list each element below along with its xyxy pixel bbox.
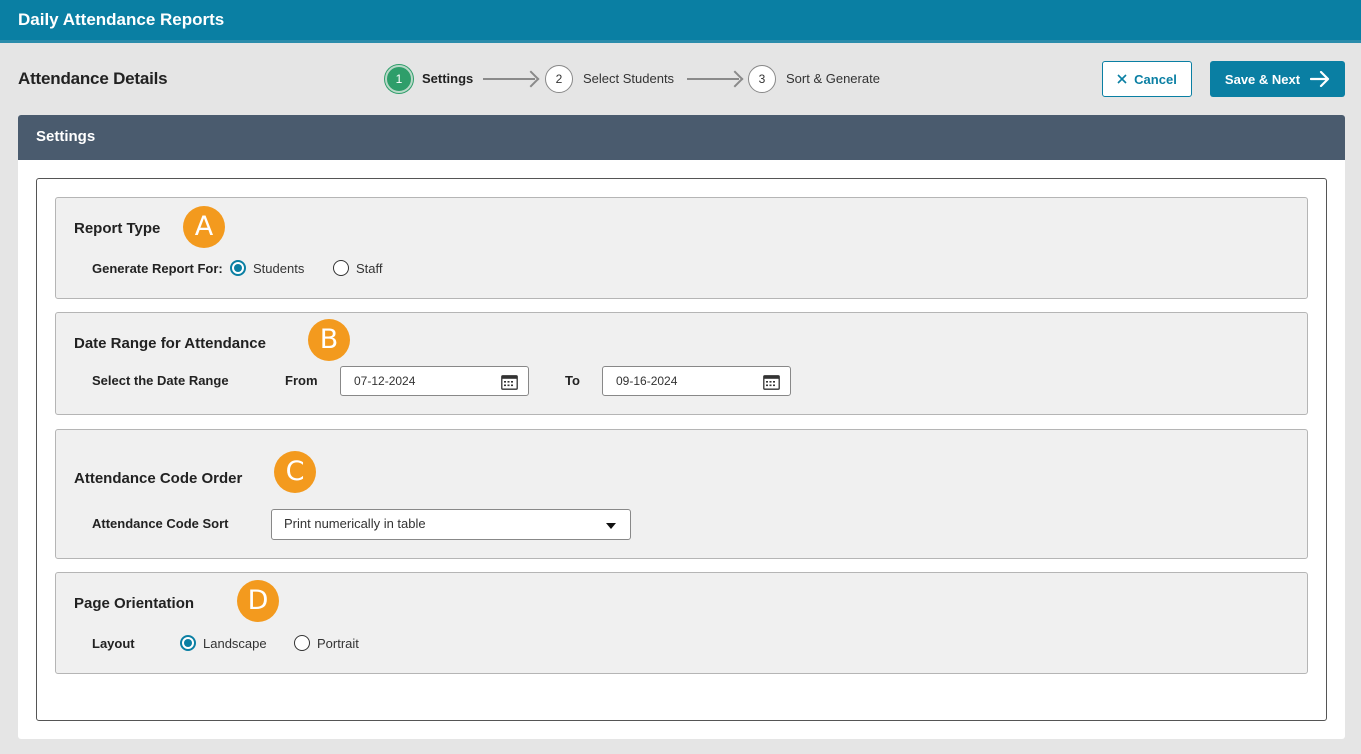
generate-report-for-label: Generate Report For: bbox=[92, 261, 223, 276]
cancel-button-label: Cancel bbox=[1134, 71, 1177, 87]
app-header: Daily Attendance Reports bbox=[0, 0, 1361, 43]
to-label: To bbox=[565, 373, 580, 388]
report-type-title: Report Type bbox=[74, 220, 161, 237]
section-badge-d: D bbox=[237, 580, 279, 622]
select-date-range-label: Select the Date Range bbox=[92, 373, 229, 388]
to-date-input[interactable]: 09-16-2024 bbox=[602, 366, 791, 396]
section-badge-b: B bbox=[308, 319, 350, 361]
step-2-label: Select Students bbox=[583, 71, 675, 86]
code-order-title: Attendance Code Order bbox=[74, 470, 243, 487]
save-next-button[interactable]: Save & Next bbox=[1210, 61, 1345, 97]
step-arrow-icon bbox=[483, 78, 535, 80]
from-date-input[interactable]: 07-12-2024 bbox=[340, 366, 529, 396]
calendar-icon[interactable] bbox=[501, 374, 518, 390]
page-orientation-title: Page Orientation bbox=[74, 595, 195, 612]
save-next-button-label: Save & Next bbox=[1224, 71, 1301, 87]
landscape-radio-label[interactable]: Landscape bbox=[203, 636, 267, 651]
students-radio[interactable] bbox=[230, 260, 246, 276]
from-date-value: 07-12-2024 bbox=[354, 374, 416, 388]
step-3-label: Sort & Generate bbox=[786, 71, 880, 86]
report-type-section: Report Type A Generate Report For: Stude… bbox=[55, 197, 1308, 299]
landscape-radio[interactable] bbox=[180, 635, 196, 651]
step-3-indicator: 3 bbox=[748, 65, 776, 93]
step-2-indicator: 2 bbox=[545, 65, 573, 93]
staff-radio[interactable] bbox=[333, 260, 349, 276]
page-title: Attendance Details bbox=[18, 69, 168, 88]
step-1-label: Settings bbox=[422, 71, 474, 86]
chevron-down-icon bbox=[606, 523, 616, 529]
settings-card-title: Settings bbox=[36, 128, 96, 145]
code-order-section: Attendance Code Order C Attendance Code … bbox=[55, 429, 1308, 559]
portrait-radio-label[interactable]: Portrait bbox=[317, 636, 359, 651]
attendance-code-sort-label: Attendance Code Sort bbox=[92, 516, 229, 531]
close-icon bbox=[1117, 74, 1127, 84]
date-range-title: Date Range for Attendance bbox=[74, 335, 266, 352]
page-orientation-section: Page Orientation D Layout Landscape Port… bbox=[55, 572, 1308, 674]
cancel-button[interactable]: Cancel bbox=[1102, 61, 1192, 97]
students-radio-label[interactable]: Students bbox=[253, 261, 304, 276]
arrow-right-icon bbox=[1310, 71, 1330, 87]
section-badge-a: A bbox=[183, 206, 225, 248]
attendance-code-sort-value: Print numerically in table bbox=[284, 516, 426, 531]
step-1-indicator: 1 bbox=[385, 65, 413, 93]
date-range-section: Date Range for Attendance B Select the D… bbox=[55, 312, 1308, 415]
attendance-code-sort-select[interactable]: Print numerically in table bbox=[271, 509, 631, 540]
calendar-icon[interactable] bbox=[763, 374, 780, 390]
to-date-value: 09-16-2024 bbox=[616, 374, 678, 388]
app-title: Daily Attendance Reports bbox=[18, 10, 225, 29]
step-arrow-icon bbox=[687, 78, 739, 80]
layout-label: Layout bbox=[92, 636, 135, 651]
staff-radio-label[interactable]: Staff bbox=[356, 261, 383, 276]
settings-card-header: Settings bbox=[18, 115, 1345, 160]
portrait-radio[interactable] bbox=[294, 635, 310, 651]
from-label: From bbox=[285, 373, 318, 388]
section-badge-c: C bbox=[274, 451, 316, 493]
